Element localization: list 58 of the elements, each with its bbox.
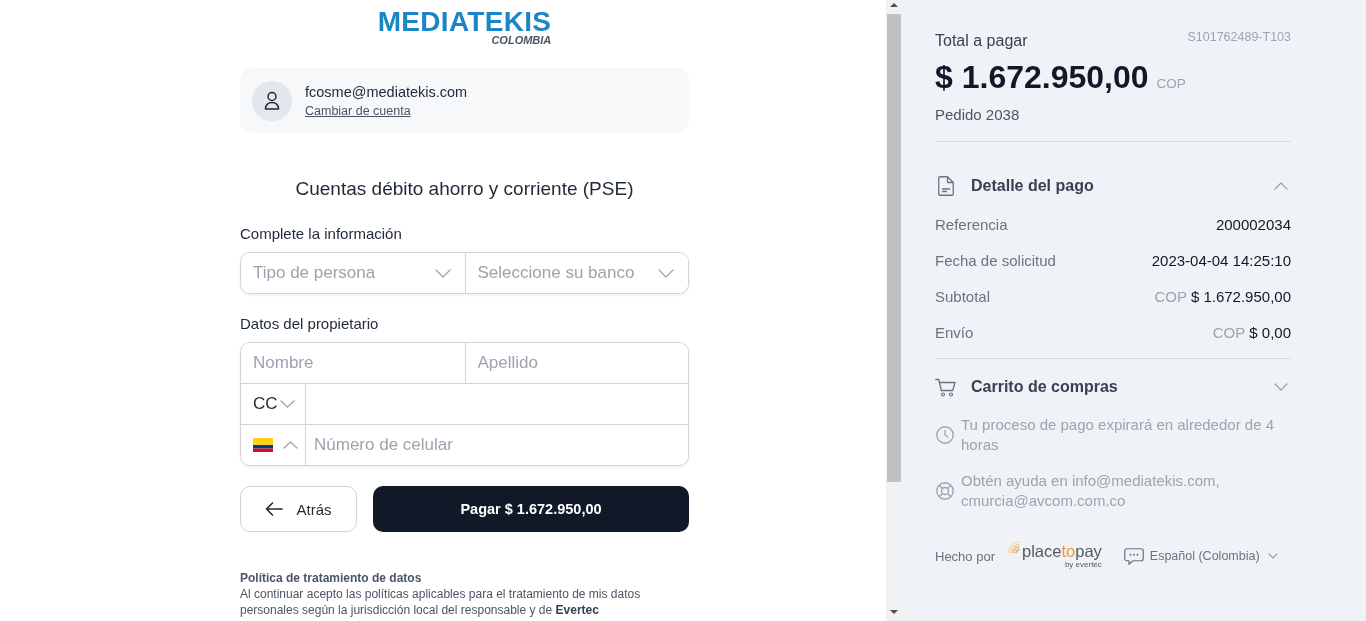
detail-value: 2023-04-04 14:25:10 [1151, 251, 1291, 269]
pay-button[interactable]: Pagar $ 1.672.950,00 [373, 486, 689, 532]
chevron-down-icon [1267, 553, 1278, 559]
brand-wordmark: placetopay [1022, 543, 1102, 560]
logo-wordmark: MEDIATEKIS [377, 8, 552, 36]
lifebuoy-icon [936, 482, 954, 500]
document-type-dropdown[interactable]: CC [241, 383, 305, 424]
scrollbar-thumb[interactable] [887, 14, 901, 482]
total-label: Total a pagar [935, 31, 1028, 51]
flag-icon [253, 438, 273, 452]
country-code-dropdown[interactable] [241, 424, 305, 465]
detail-label: Envío [935, 323, 974, 341]
payment-method-title: Cuentas débito ahorro y corriente (PSE) [294, 177, 635, 201]
change-account-link[interactable]: Cambiar de cuenta [305, 102, 411, 119]
text-field[interactable]: Número de celular [305, 424, 688, 465]
chevron-down-icon [434, 268, 451, 278]
chevron-down-icon [658, 268, 674, 278]
made-by-label: Hecho por [935, 548, 995, 564]
order-number: Pedido 2038 [935, 105, 1021, 125]
expiry-notice: Tu proceso de pago expirará en alrededor de 4 horas [961, 415, 1275, 455]
chevron-up-icon [283, 441, 298, 449]
text-field[interactable]: Nombre [241, 343, 465, 383]
accordion-header[interactable]: Detalle del pago [935, 174, 1291, 198]
detail-label: Fecha de solicitud [935, 251, 1056, 269]
clock-icon [936, 426, 954, 444]
text-field[interactable]: Apellido [464, 343, 688, 383]
detail-label: Subtotal [935, 287, 991, 305]
back-button[interactable]: Atrás [240, 486, 357, 532]
document-icon [938, 176, 954, 196]
detail-value: $ 1.672.950,00 [1190, 287, 1291, 305]
detail-value: $ 0,00 [1249, 323, 1291, 341]
logo-subtitle: COLOMBIA [491, 35, 552, 46]
policy-title: Política de tratamiento de datos [240, 570, 423, 586]
triangle-down-icon[interactable] [890, 610, 898, 614]
currency-code: COP [1156, 76, 1186, 91]
language-selector[interactable]: Español (Colombia) [1123, 547, 1278, 565]
policy-text: Al continuar acepto las políticas aplicables para el tratamiento de mis datos personales según la jurisdicción local del responsable y de Evertec [240, 586, 642, 618]
field-group[interactable]: Nombre Apellido CC Número de celular [240, 342, 689, 466]
accordion-header[interactable]: Carrito de compras [935, 375, 1291, 399]
cart-icon [935, 377, 957, 397]
detail-label: Referencia [935, 215, 1008, 233]
text-field[interactable] [305, 383, 688, 424]
currency-code: COP [1154, 287, 1187, 305]
account-email: fcosme@mediatekis.com [305, 82, 468, 101]
detail-value: 200002034 [1215, 215, 1291, 233]
chat-bubble-icon [1123, 547, 1144, 565]
triangle-up-icon[interactable] [890, 3, 898, 7]
brand-tagline: by evertec [1064, 560, 1102, 569]
help-contact-text: Obtén ayuda en info@mediatekis.com, cmurcia@avcom.com.co [961, 471, 1221, 511]
scrollbar[interactable] [886, 0, 902, 621]
section-label: Datos del propietario [240, 314, 380, 334]
chevron-down-icon [279, 400, 295, 408]
currency-code: COP [1212, 323, 1246, 341]
arrow-left-icon [265, 502, 284, 516]
section-label: Complete la información [240, 224, 403, 244]
transaction-code: S101762489-T103 [1187, 29, 1291, 45]
total-amount: $ 1.672.950,00 [935, 58, 1149, 96]
person-icon [252, 80, 292, 121]
